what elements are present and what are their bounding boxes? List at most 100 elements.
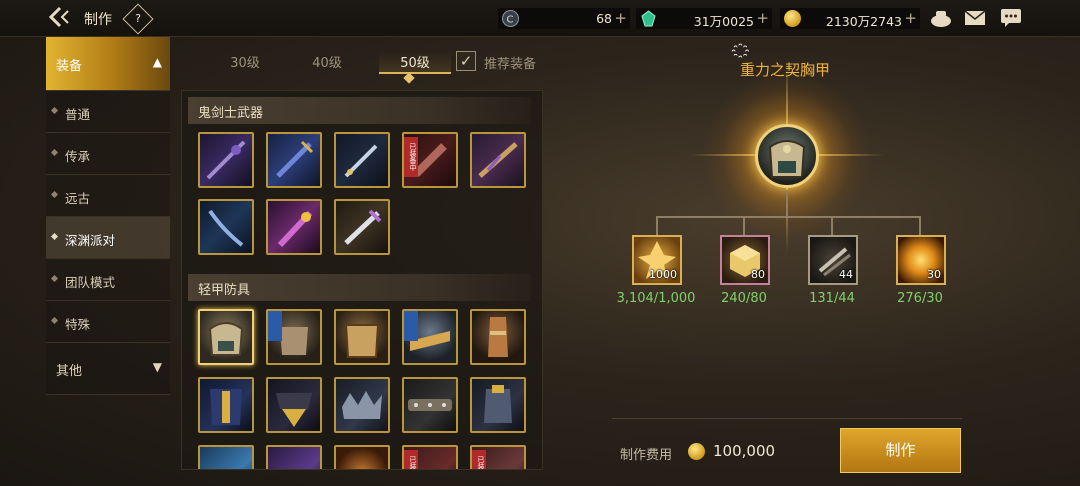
bag-icon[interactable] <box>930 8 952 28</box>
armor-art <box>472 311 524 363</box>
currency-gold: 2130万2743 + <box>780 8 920 29</box>
material-burst-orb[interactable]: 30 <box>896 235 946 285</box>
top-bar: 制作 ? C 68 + 31万0025 + 2130万2743 + <box>0 0 1080 37</box>
c-coin-icon: C <box>502 10 519 27</box>
armor-slot[interactable] <box>266 445 322 469</box>
gold-coin-icon <box>688 443 705 460</box>
recommend-checkbox[interactable]: ✓ <box>456 51 476 71</box>
sidebar-item-ancient[interactable]: 远古 <box>46 175 170 217</box>
material-progress: 240/80 <box>721 291 767 306</box>
armor-art <box>268 311 320 363</box>
currency-value: 2130万2743 <box>825 14 902 29</box>
armor-slot[interactable] <box>266 377 322 433</box>
weapon-slot[interactable] <box>266 132 322 188</box>
tab-level-50[interactable]: 50级 <box>379 52 451 74</box>
armor-slot[interactable] <box>470 309 526 365</box>
gold-coin-icon <box>784 10 801 27</box>
armor-slot[interactable] <box>266 309 322 365</box>
section-label: 鬼剑士武器 <box>198 106 264 121</box>
sidebar-item-label: 团队模式 <box>65 275 116 290</box>
weapon-art <box>268 134 320 186</box>
material-gold-cube[interactable]: 80 <box>720 235 770 285</box>
add-gem-button[interactable]: + <box>756 9 769 27</box>
armor-slot[interactable] <box>334 445 390 469</box>
tree-connector <box>656 216 920 218</box>
weapon-slot[interactable] <box>334 199 390 255</box>
category-other[interactable]: 其他 ▼ <box>46 343 170 395</box>
sidebar-item-special[interactable]: 特殊 <box>46 301 170 343</box>
add-gold-button[interactable]: + <box>904 9 917 27</box>
bullet-icon <box>50 274 59 283</box>
back-arrow-icon[interactable] <box>48 6 76 30</box>
armor-art <box>336 311 388 363</box>
armor-slot[interactable] <box>334 377 390 433</box>
armor-slot-selected[interactable] <box>198 309 254 365</box>
mail-icon[interactable] <box>964 8 986 28</box>
weapon-slot[interactable] <box>470 132 526 188</box>
tree-connector <box>831 216 833 236</box>
weapon-art <box>472 134 524 186</box>
sidebar-item-label: 普通 <box>65 107 91 122</box>
bullet-icon <box>50 106 59 115</box>
tab-level-30[interactable]: 30级 <box>215 52 275 74</box>
craft-button[interactable]: 制作 <box>840 428 961 473</box>
item-grid-panel: 鬼剑士武器 已装备中 轻甲防具 已装备中 已装备中 <box>181 90 543 470</box>
armor-slot[interactable]: 已装备中 <box>470 445 526 469</box>
equipped-tag: 已装备中 <box>404 137 418 177</box>
craft-cost-label: 制作费用 <box>620 448 673 463</box>
currency-c-coin: C 68 + <box>498 8 630 29</box>
sidebar-item-abyss-party[interactable]: 深渊派对 <box>46 217 170 259</box>
weapon-slot[interactable] <box>198 132 254 188</box>
armor-slot[interactable] <box>334 309 390 365</box>
bullet-icon <box>50 316 59 325</box>
material-crystal-shard[interactable]: 1000 <box>632 235 682 285</box>
chat-icon[interactable] <box>1000 8 1022 28</box>
back-arrow-svg <box>48 6 69 28</box>
armor-slot[interactable]: 已装备中 <box>402 445 458 469</box>
material-count: 30 <box>927 268 941 281</box>
chest-armor-icon <box>768 140 806 178</box>
weapon-slot[interactable] <box>198 199 254 255</box>
weapon-art <box>336 201 388 253</box>
sidebar-item-inheritance[interactable]: 传承 <box>46 133 170 175</box>
help-button[interactable]: ? <box>122 3 154 35</box>
weapon-slot[interactable] <box>334 132 390 188</box>
armor-art <box>404 311 456 363</box>
armor-slot[interactable] <box>402 377 458 433</box>
weapon-art <box>200 134 252 186</box>
armor-slot[interactable] <box>470 377 526 433</box>
armor-slot[interactable] <box>198 377 254 433</box>
sidebar-item-raid[interactable]: 团队模式 <box>46 259 170 301</box>
armor-art <box>336 447 388 469</box>
weapon-slot[interactable]: 已装备中 <box>402 132 458 188</box>
currency-gem: 31万0025 + <box>636 8 772 29</box>
material-metal-rod[interactable]: 44 <box>808 235 858 285</box>
tree-connector <box>743 216 745 236</box>
category-equipment[interactable]: 装备 ▲ <box>46 37 170 91</box>
gem-icon <box>640 10 657 27</box>
sidebar-item-normal[interactable]: 普通 <box>46 91 170 133</box>
page-title: 制作 <box>84 12 112 28</box>
armor-slot[interactable] <box>198 445 254 469</box>
material-count: 44 <box>839 268 853 281</box>
section-label: 轻甲防具 <box>198 283 251 298</box>
currency-value: 68 <box>596 11 612 26</box>
bullet-icon <box>50 148 59 157</box>
add-c-coin-button[interactable]: + <box>614 9 627 27</box>
weapon-art <box>268 201 320 253</box>
sidebar-item-label: 深渊派对 <box>65 233 116 248</box>
sidebar-item-label: 远古 <box>65 191 91 206</box>
tab-level-40[interactable]: 40级 <box>297 52 357 74</box>
selected-item-icon[interactable] <box>755 124 819 188</box>
chevron-up-icon: ▲ <box>152 55 162 69</box>
armor-art <box>268 379 320 431</box>
bullet-icon <box>50 232 59 241</box>
section-header-light-armor: 轻甲防具 <box>188 274 531 301</box>
category-label: 其他 <box>56 364 83 379</box>
weapon-slot[interactable] <box>266 199 322 255</box>
armor-slot[interactable] <box>402 309 458 365</box>
cursor-glyph: ҈ <box>744 44 750 58</box>
weapon-art <box>336 134 388 186</box>
category-sidebar: 装备 ▲ 普通 传承 远古 深渊派对 团队模式 特殊 其他 ▼ <box>46 37 170 397</box>
recommend-label: 推荐装备 <box>484 57 537 72</box>
